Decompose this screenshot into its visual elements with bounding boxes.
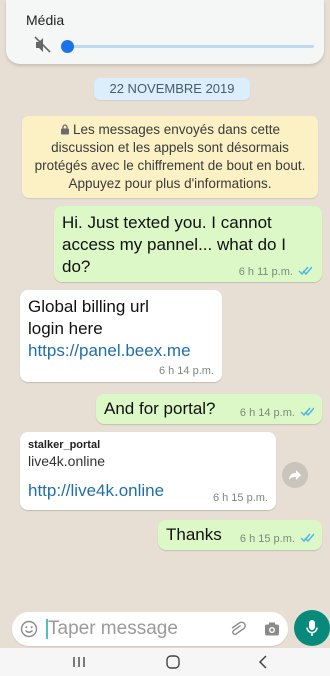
- message-incoming-link-preview[interactable]: stalker_portal live4k.online http://live…: [20, 432, 276, 510]
- message-time: 6 h 14 p.m.: [239, 407, 295, 419]
- emoji-icon[interactable]: [20, 620, 38, 638]
- mic-icon: [306, 620, 318, 636]
- forward-button[interactable]: [282, 462, 308, 488]
- message-outgoing[interactable]: And for portal? 6 h 14 p.m.: [96, 394, 322, 424]
- recent-apps-icon[interactable]: [72, 656, 86, 668]
- home-icon[interactable]: [166, 655, 180, 669]
- message-time: 6 h 15 p.m.: [239, 533, 295, 545]
- message-text: Thanks: [166, 525, 222, 544]
- message-composer: [12, 612, 288, 646]
- read-receipt-icon: [300, 407, 314, 416]
- message-outgoing[interactable]: Hi. Just texted you. I cannot access my …: [54, 206, 322, 282]
- mic-button[interactable]: [294, 610, 330, 646]
- message-time: 6 h 11 p.m.: [238, 266, 293, 278]
- system-nav-bar: [0, 648, 330, 676]
- volume-slider-thumb[interactable]: [61, 40, 74, 53]
- volume-slider-track[interactable]: [68, 45, 314, 48]
- message-incoming[interactable]: Global billing url login here https://pa…: [20, 290, 222, 382]
- message-input[interactable]: [48, 617, 218, 641]
- message-outgoing[interactable]: Thanks 6 h 15 p.m.: [158, 520, 322, 550]
- chat-area[interactable]: 22 NOVEMBRE 2019 Les messages envoyés da…: [0, 64, 330, 612]
- camera-icon[interactable]: [264, 621, 280, 637]
- back-icon[interactable]: [258, 655, 268, 669]
- message-time: 6 h 15 p.m.: [212, 492, 268, 504]
- link-preview-title: stalker_portal: [28, 439, 101, 451]
- lock-icon: [60, 124, 69, 135]
- forward-icon: [289, 470, 301, 480]
- read-receipt-icon: [298, 266, 312, 275]
- link-preview-host: live4k.online: [28, 453, 106, 469]
- media-title: Média: [26, 12, 65, 28]
- message-link[interactable]: https://panel.beex.me: [28, 340, 214, 362]
- message-meta: 6 h 11 p.m.: [239, 266, 312, 278]
- message-text: And for portal?: [104, 399, 216, 418]
- message-text-line: login here: [28, 319, 103, 338]
- message-time: 6 h 14 p.m.: [158, 365, 214, 377]
- message-link[interactable]: http://live4k.online: [28, 480, 164, 502]
- encryption-notice[interactable]: Les messages envoyés dans cette discussi…: [22, 116, 318, 198]
- speaker-muted-icon[interactable]: [34, 36, 52, 54]
- date-chip: 22 NOVEMBRE 2019: [94, 78, 250, 100]
- message-meta: 6 h 14 p.m.: [240, 407, 314, 419]
- message-text-line: Global billing url: [28, 297, 149, 316]
- encryption-notice-text: Les messages envoyés dans cette discussi…: [34, 122, 306, 191]
- media-volume-panel: Média: [6, 0, 324, 64]
- message-meta: 6 h 15 p.m.: [240, 533, 314, 545]
- attach-icon[interactable]: [228, 620, 246, 638]
- read-receipt-icon: [300, 533, 314, 542]
